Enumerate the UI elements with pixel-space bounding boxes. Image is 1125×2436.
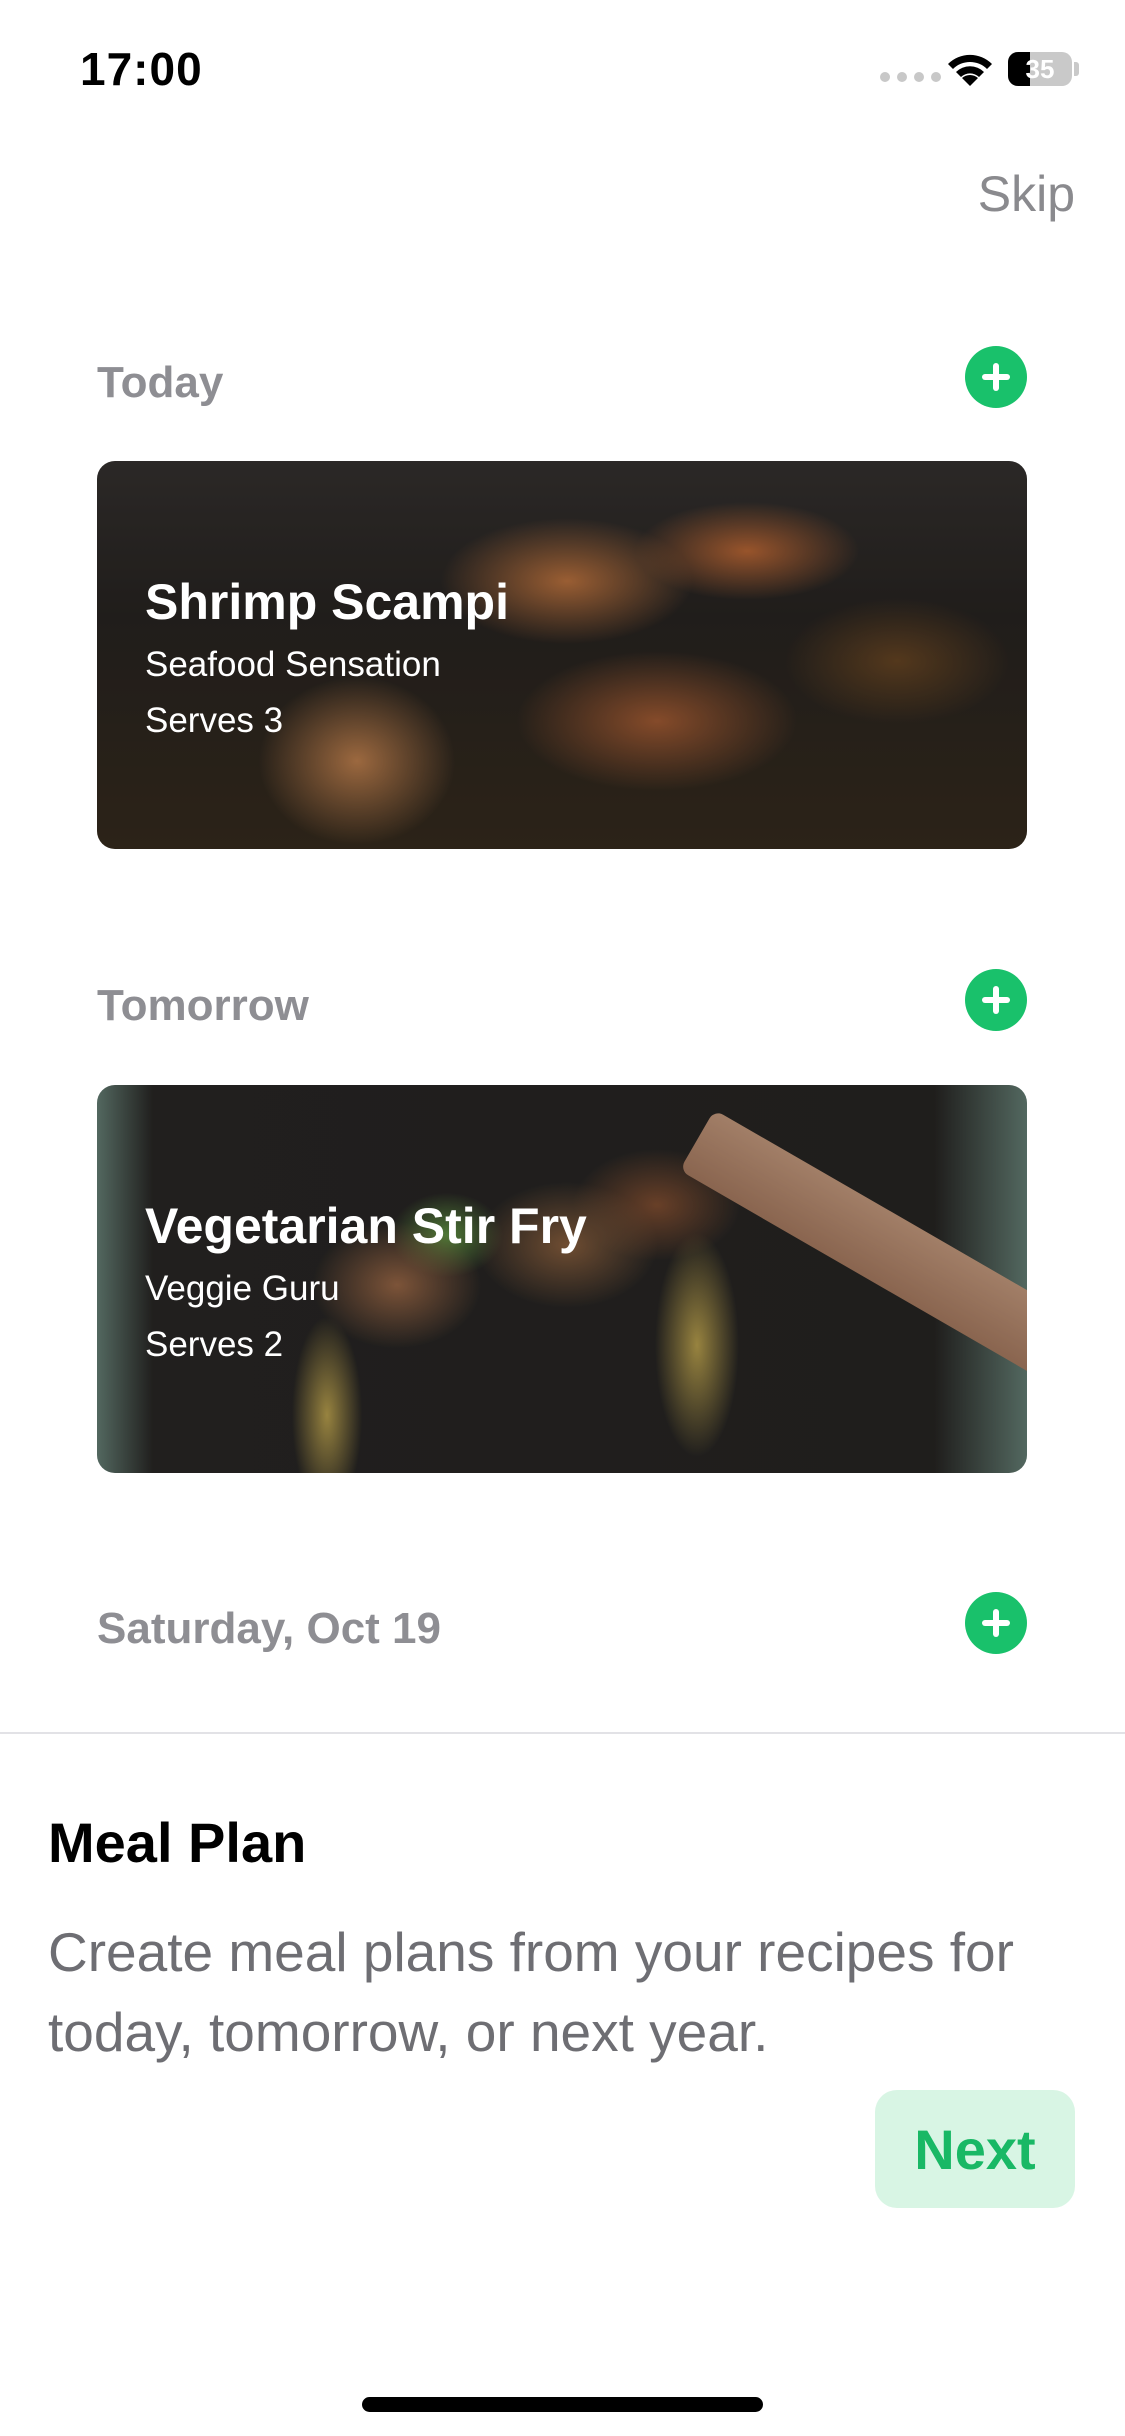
recipe-title: Vegetarian Stir Fry: [145, 1198, 587, 1254]
section-header-tomorrow: Tomorrow: [97, 969, 1027, 1039]
battery-icon: 35: [1008, 52, 1072, 86]
panel-divider: [0, 1732, 1125, 1734]
panel-description: Create meal plans from your recipes for …: [48, 1921, 1014, 2063]
section-header-today: Today: [97, 346, 1027, 416]
battery-tip: [1074, 62, 1079, 76]
recipe-serves: Serves 2: [145, 1325, 284, 1364]
day-label: Saturday, Oct 19: [97, 1604, 441, 1653]
status-bar: 17:00 35: [0, 0, 1125, 140]
skip-button[interactable]: Skip: [978, 165, 1075, 223]
next-button[interactable]: Next: [875, 2090, 1075, 2208]
wifi-icon: [948, 54, 992, 86]
add-recipe-button[interactable]: [965, 969, 1027, 1031]
status-time: 17:00: [80, 43, 203, 95]
section-header-saturday: Saturday, Oct 19: [97, 1592, 1027, 1662]
add-recipe-button[interactable]: [965, 346, 1027, 408]
battery-percentage: 35: [1025, 54, 1055, 84]
panel-title: Meal Plan: [48, 1811, 307, 1874]
recipe-card-shrimp-scampi[interactable]: Shrimp Scampi Seafood Sensation Serves 3: [97, 461, 1027, 849]
recipe-serves: Serves 3: [145, 701, 284, 740]
day-label: Tomorrow: [97, 981, 309, 1030]
recipe-author: Veggie Guru: [145, 1269, 340, 1308]
add-recipe-button[interactable]: [965, 1592, 1027, 1654]
recipe-author: Seafood Sensation: [145, 645, 441, 684]
cellular-signal-icon: [880, 72, 941, 82]
day-label: Today: [97, 358, 224, 407]
home-indicator: [362, 2397, 763, 2412]
recipe-title: Shrimp Scampi: [145, 574, 509, 630]
recipe-card-vegetarian-stir-fry[interactable]: Vegetarian Stir Fry Veggie Guru Serves 2: [97, 1085, 1027, 1473]
